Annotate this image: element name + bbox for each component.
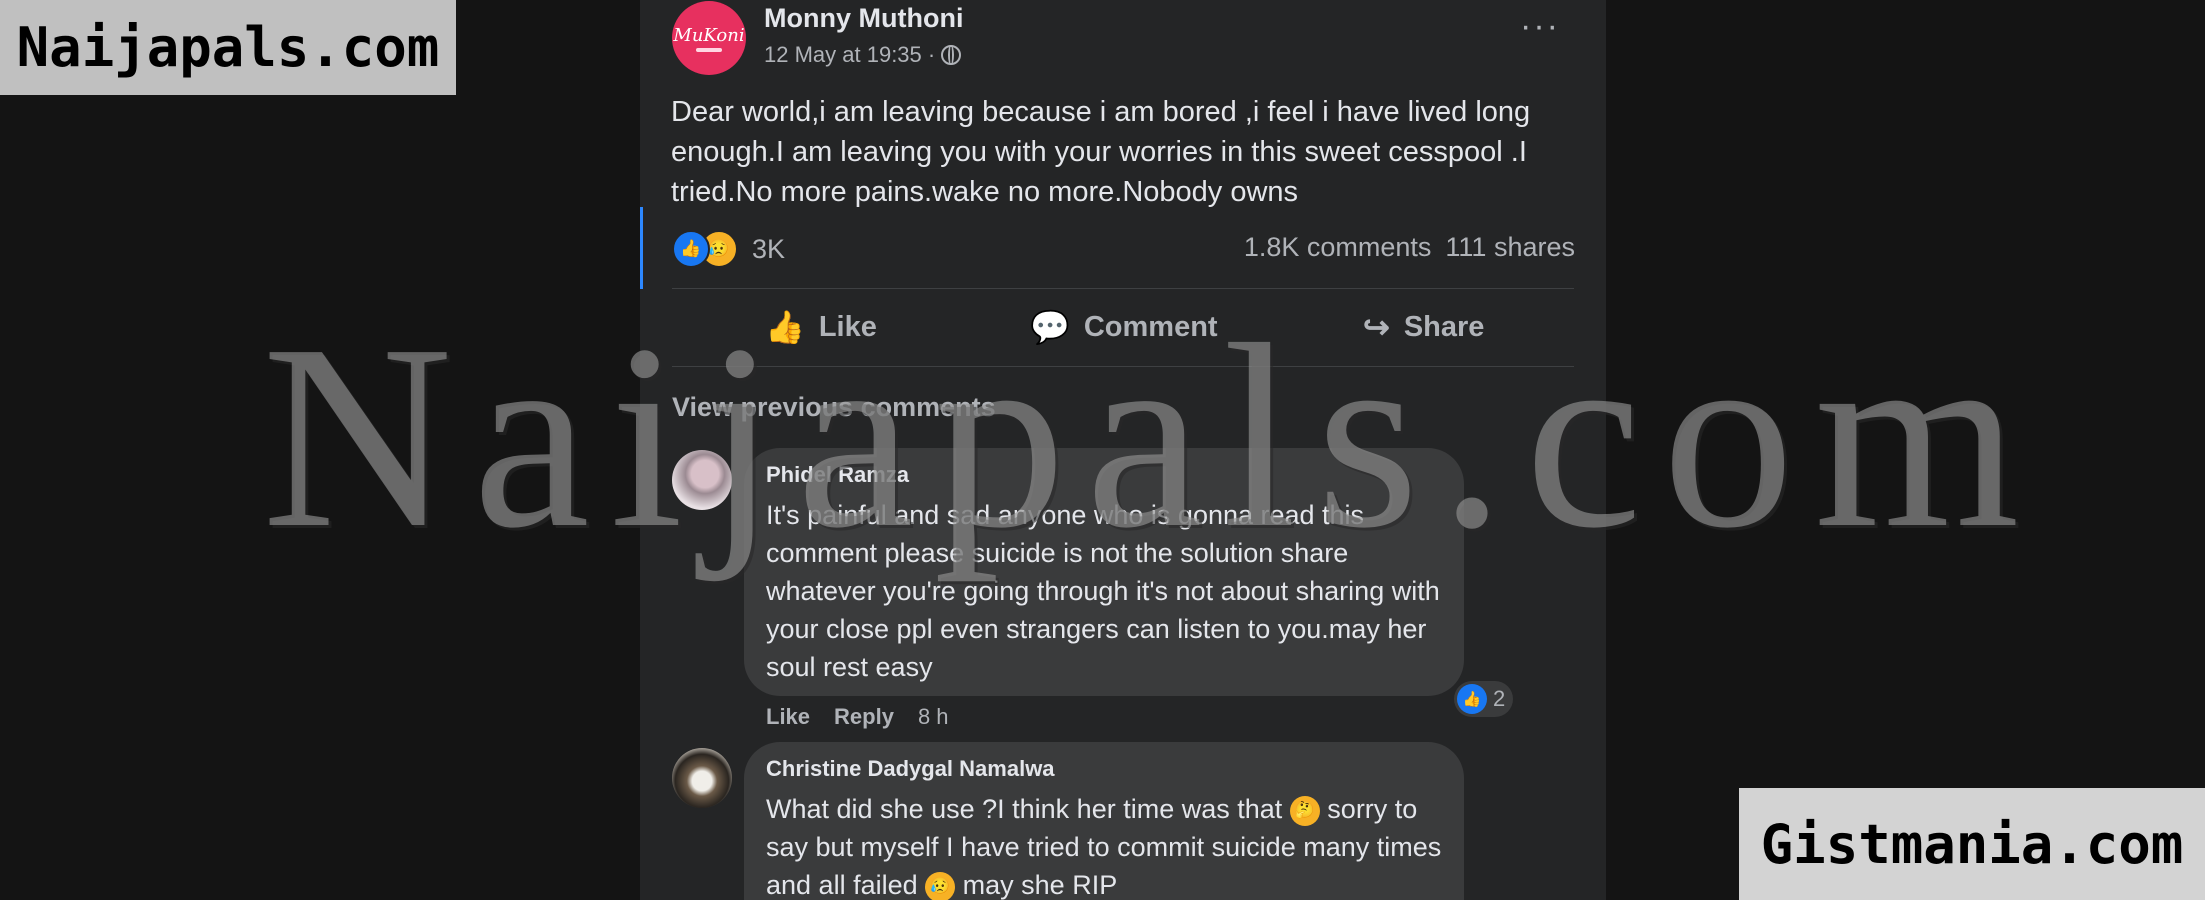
divider	[672, 288, 1574, 289]
comment-text-part: may she RIP	[962, 870, 1118, 900]
share-button[interactable]: ↪ Share	[1363, 308, 1484, 346]
comment-reply-button[interactable]: Reply	[834, 704, 894, 730]
comment-time[interactable]: 8 h	[918, 704, 949, 730]
post-reactions[interactable]: 👍 😥 3K	[672, 230, 785, 268]
focus-indicator	[640, 207, 643, 289]
globe-icon	[941, 45, 962, 65]
comment-like-button[interactable]: Like	[766, 704, 810, 730]
comment-reaction-badge[interactable]: 👍 2	[1454, 681, 1514, 717]
like-button[interactable]: 👍 Like	[765, 308, 877, 346]
bottom-right-watermark: Gistmania.com	[1739, 788, 2205, 900]
like-reaction-icon: 👍	[672, 230, 710, 268]
comments-count[interactable]: 1.8K comments	[1244, 232, 1432, 263]
like-button-label: Like	[818, 310, 877, 343]
comment-button[interactable]: 💬 Comment	[1030, 308, 1218, 346]
facebook-post-card: MuKoni Monny Muthoni 12 May at 19:35 · ·…	[640, 0, 1606, 900]
thinking-face-icon: 🤔	[1289, 795, 1320, 826]
shares-count[interactable]: 111 shares	[1445, 232, 1575, 263]
view-previous-comments-link[interactable]: View previous comments	[672, 392, 996, 423]
comment-actions: Like Reply 8 h	[766, 704, 949, 730]
post-text: Dear world,i am leaving because i am bor…	[671, 96, 1531, 208]
comment-icon: 💬	[1030, 309, 1070, 345]
sad-face-icon: 😥	[925, 871, 956, 900]
more-horizontal-icon[interactable]: ···	[1520, 9, 1560, 43]
comment-author[interactable]: Christine Dadygal Namalwa	[766, 756, 1442, 782]
like-reaction-icon: 👍	[1457, 684, 1487, 714]
comment-text: What did she use ?I think her time was t…	[766, 790, 1442, 900]
page-avatar-logo: MuKoni	[673, 24, 745, 46]
thumbs-up-icon: 👍	[765, 309, 805, 345]
page-avatar[interactable]: MuKoni	[672, 1, 746, 75]
comment-bubble: Phidel Ramza It's painful and sad anyone…	[744, 448, 1464, 696]
top-left-watermark: Naijapals.com	[0, 0, 456, 95]
comment-text-part: What did she use ?I think her time was t…	[766, 794, 1283, 824]
post-meta: 12 May at 19:35 ·	[764, 42, 962, 68]
comment-reaction-count: 2	[1493, 686, 1506, 711]
page-avatar-subline	[696, 47, 722, 52]
comment-button-label: Comment	[1083, 310, 1218, 343]
avatar[interactable]	[672, 748, 732, 808]
share-button-label: Share	[1403, 310, 1485, 343]
post-stats: 1.8K comments 111 shares	[1244, 232, 1575, 263]
comment-bubble: Christine Dadygal Namalwa What did she u…	[744, 742, 1464, 900]
divider	[672, 366, 1574, 367]
reaction-count: 3K	[752, 233, 786, 264]
avatar[interactable]	[672, 450, 732, 510]
share-icon: ↪	[1363, 309, 1390, 345]
comment-author[interactable]: Phidel Ramza	[766, 462, 1442, 488]
comment-text: It's painful and sad anyone who is gonna…	[766, 500, 1440, 682]
post-timestamp[interactable]: 12 May at 19:35 ·	[764, 42, 935, 68]
post-author-name[interactable]: Monny Muthoni	[764, 3, 963, 34]
